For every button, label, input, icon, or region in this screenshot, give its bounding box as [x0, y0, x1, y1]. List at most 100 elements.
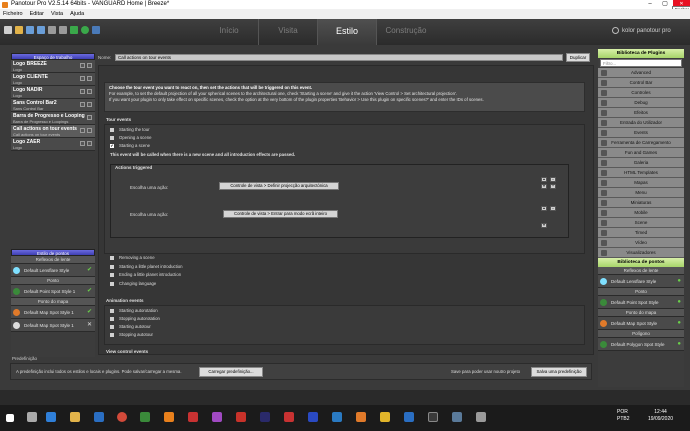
open-icon[interactable] — [15, 26, 23, 34]
taskbar-app-icon[interactable] — [260, 412, 270, 422]
checkbox[interactable] — [110, 127, 114, 132]
close-icon[interactable]: ✕ — [87, 319, 92, 332]
remove-action-button[interactable]: – — [550, 206, 556, 211]
map-style-item[interactable]: Default Map Spot Style 1 ✔ — [11, 306, 95, 319]
map-style-item[interactable]: Default Map Spot Style ● — [598, 317, 684, 330]
menu-ajuda[interactable]: Ajuda — [70, 11, 84, 17]
taskbar-app-icon[interactable] — [476, 412, 486, 422]
duplicate-button[interactable]: Duplicar — [566, 53, 590, 62]
polygon-category[interactable]: Polígono — [598, 330, 684, 338]
move-up-button[interactable]: ▴ — [541, 177, 547, 182]
plugin-category[interactable]: Debug — [598, 98, 684, 108]
workspace-item[interactable]: Logo ZAER Logo — [11, 138, 95, 151]
lensflare-style-item[interactable]: Default Lensflare Style ● — [598, 275, 684, 288]
system-clock[interactable]: 12:44 19/09/2020 — [648, 409, 673, 423]
tab-estilo[interactable]: Estilo — [318, 19, 376, 45]
new-icon[interactable] — [4, 26, 12, 34]
lens-flare-category[interactable]: Reflexos de lente — [11, 256, 95, 264]
plugin-category[interactable]: Events — [598, 128, 684, 138]
taskbar-app-icon[interactable] — [356, 412, 366, 422]
build-icon[interactable] — [70, 26, 78, 34]
plugin-category[interactable]: HTML Templates — [598, 168, 684, 178]
event-checkbox[interactable]: Changing language — [110, 281, 156, 287]
action-select-button[interactable]: Controle de vista > Entrar para modo ecr… — [223, 210, 338, 218]
taskbar-app-icon[interactable] — [308, 412, 318, 422]
plugin-category[interactable]: Efeitos — [598, 108, 684, 118]
plugin-category[interactable]: Mobile — [598, 208, 684, 218]
taskbar-app-icon[interactable] — [332, 412, 342, 422]
event-checkbox[interactable]: Opening a scene — [110, 135, 152, 141]
map-point-category[interactable]: Ponto do mapa — [598, 309, 684, 317]
workspace-item[interactable]: Barra de Progresso e Looping Barra de Pro… — [11, 112, 95, 125]
add-action-button[interactable]: + — [550, 184, 556, 189]
plugin-category[interactable]: Timed — [598, 228, 684, 238]
plugin-category[interactable]: Advanced — [598, 68, 684, 78]
explorer-icon[interactable] — [70, 412, 80, 422]
menu-editar[interactable]: Editar — [30, 11, 44, 17]
delete-icon[interactable] — [87, 141, 92, 146]
taskview-icon[interactable] — [27, 412, 37, 422]
action-select-button[interactable]: Controle de vista > Definir projecção ar… — [219, 182, 339, 190]
checkbox[interactable] — [110, 308, 114, 313]
checkbox[interactable] — [110, 135, 114, 140]
workspace-item[interactable]: Sans Control Bar2 Sans Control Bar — [11, 99, 95, 112]
taskbar-app-icon[interactable] — [140, 412, 150, 422]
plugin-category[interactable]: Fun and Games — [598, 148, 684, 158]
visibility-checkbox[interactable] — [80, 128, 85, 133]
taskbar-app-icon[interactable] — [46, 412, 56, 422]
taskbar-app-icon[interactable] — [284, 412, 294, 422]
taskbar-app-icon[interactable] — [94, 412, 104, 422]
plugin-category[interactable]: Control Bar — [598, 78, 684, 88]
plugin-category[interactable]: Menu — [598, 188, 684, 198]
move-down-button[interactable]: ▾ — [541, 223, 547, 228]
maximize-button[interactable]: ▢ — [658, 0, 672, 9]
delete-icon[interactable] — [87, 102, 92, 107]
event-checkbox[interactable]: Stopping autorotation — [110, 316, 160, 322]
menu-ficheiro[interactable]: Ficheiro — [3, 11, 23, 17]
plugin-category[interactable]: Galeria — [598, 158, 684, 168]
menu-vista[interactable]: Vista — [51, 11, 63, 17]
plugin-filter-input[interactable]: Filtro... — [600, 59, 682, 67]
plugin-category[interactable]: Controles — [598, 88, 684, 98]
move-up-button[interactable]: ▴ — [541, 206, 547, 211]
event-checkbox[interactable]: Removing a scene — [110, 255, 155, 261]
delete-icon[interactable] — [87, 63, 92, 68]
plugin-category[interactable]: Miniaturas — [598, 198, 684, 208]
map-style-item[interactable]: Default Map Spot Style 1 ✕ — [11, 319, 95, 332]
save-as-icon[interactable] — [37, 26, 45, 34]
save-icon[interactable] — [26, 26, 34, 34]
add-icon[interactable]: ● — [677, 317, 681, 330]
delete-icon[interactable] — [87, 115, 92, 120]
checkbox[interactable] — [110, 255, 114, 260]
event-checkbox[interactable]: Starting a little planet introduction — [110, 264, 183, 270]
taskbar-app-icon[interactable] — [452, 412, 462, 422]
point-category[interactable]: Ponto — [598, 288, 684, 296]
workspace-item[interactable]: Logo NADIR Logo — [11, 86, 95, 99]
add-icon[interactable]: ● — [677, 296, 681, 309]
event-checkbox[interactable]: Starting the tour — [110, 127, 150, 133]
visibility-checkbox[interactable] — [80, 63, 85, 68]
plugin-category[interactable]: Scene — [598, 218, 684, 228]
visibility-checkbox[interactable] — [80, 102, 85, 107]
checkbox[interactable] — [110, 272, 114, 277]
checkbox[interactable] — [110, 324, 114, 329]
workspace-item[interactable]: Logo BREEZE Logo — [11, 60, 95, 73]
workspace-item-selected[interactable]: Call actions on tour events Call actions … — [11, 125, 95, 138]
point-category[interactable]: Ponto — [11, 277, 95, 285]
language-indicator[interactable]: POR PTB2 — [617, 409, 630, 423]
delete-icon[interactable] — [87, 128, 92, 133]
lens-flare-category[interactable]: Reflexos de lente — [598, 267, 684, 275]
tab-inicio[interactable]: Início — [200, 19, 258, 45]
checkbox[interactable] — [110, 281, 114, 286]
plugin-category[interactable]: Vídeo — [598, 238, 684, 248]
add-icon[interactable]: ● — [677, 338, 681, 351]
visibility-checkbox[interactable] — [80, 89, 85, 94]
delete-icon[interactable] — [87, 89, 92, 94]
visibility-checkbox[interactable] — [80, 141, 85, 146]
name-input[interactable]: Call actions on tour events — [115, 54, 563, 61]
undo-icon[interactable] — [48, 26, 56, 34]
plugin-category[interactable]: Visualizadores — [598, 248, 684, 258]
plugin-category[interactable]: Entrada do Utilizador — [598, 118, 684, 128]
play-icon[interactable] — [81, 26, 89, 34]
taskbar-app-icon[interactable] — [117, 412, 127, 422]
